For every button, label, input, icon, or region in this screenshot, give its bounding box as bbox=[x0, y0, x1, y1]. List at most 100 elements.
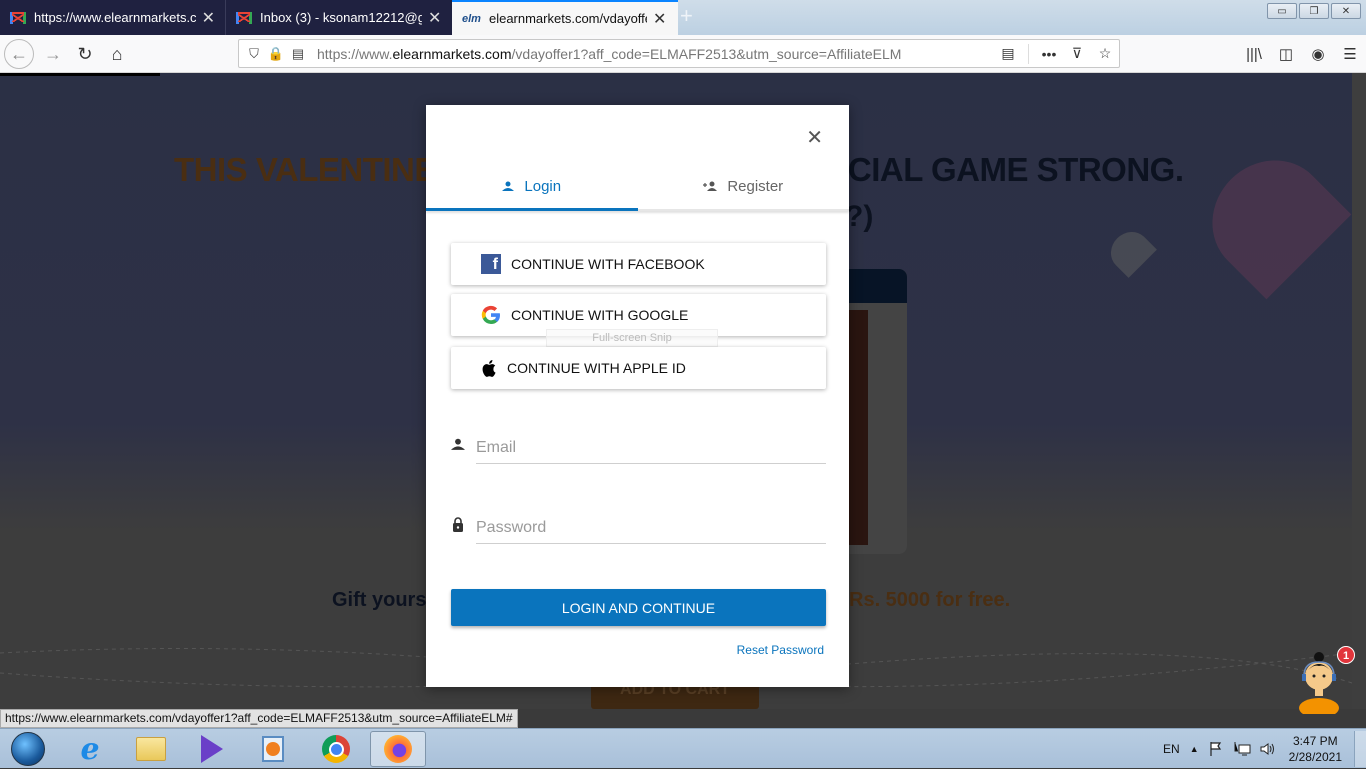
taskbar-firefox[interactable] bbox=[370, 731, 426, 767]
tab-close-icon[interactable]: ✕ bbox=[428, 8, 441, 28]
person-add-icon bbox=[703, 181, 718, 191]
facebook-icon: f bbox=[481, 254, 501, 274]
taskbar-file-explorer[interactable] bbox=[123, 731, 179, 767]
browser-tab-bar: https://www.elearnmarkets.com ✕ Inbox (3… bbox=[0, 0, 1366, 35]
continue-with-apple-button[interactable]: CONTINUE WITH APPLE ID bbox=[451, 347, 826, 389]
chat-support-avatar-icon[interactable] bbox=[1296, 648, 1342, 714]
close-window-button[interactable]: ✕ bbox=[1331, 3, 1361, 19]
start-button[interactable] bbox=[0, 731, 56, 767]
password-field-group bbox=[451, 506, 826, 546]
continue-with-facebook-button[interactable]: f CONTINUE WITH FACEBOOK bbox=[451, 243, 826, 285]
tab-title: elearnmarkets.com/vdayoffer1?aff_code bbox=[488, 11, 647, 26]
clock-time: 3:47 PM bbox=[1292, 734, 1338, 748]
apple-button-label: CONTINUE WITH APPLE ID bbox=[507, 360, 686, 376]
divider bbox=[1028, 43, 1029, 64]
elm-icon: elm bbox=[462, 12, 481, 25]
tab-register[interactable]: Register bbox=[638, 163, 850, 209]
clock[interactable]: 3:47 PM 2/28/2021 bbox=[1289, 733, 1342, 765]
login-and-continue-button[interactable]: LOGIN AND CONTINUE bbox=[451, 589, 826, 626]
chat-notification-badge: 1 bbox=[1337, 646, 1355, 664]
reload-button[interactable]: ↻ bbox=[70, 39, 100, 69]
gift-offer-text: Rs. 5000 for free. bbox=[849, 589, 1011, 611]
language-indicator[interactable]: EN bbox=[1163, 742, 1180, 756]
network-icon[interactable] bbox=[1233, 741, 1251, 757]
visual-studio-icon bbox=[201, 735, 223, 763]
person-icon bbox=[451, 438, 465, 450]
url-text[interactable]: https://www.elearnmarkets.com/vdayoffer1… bbox=[317, 46, 901, 62]
firefox-icon bbox=[384, 735, 412, 763]
facebook-button-label: CONTINUE WITH FACEBOOK bbox=[511, 256, 705, 272]
back-button[interactable]: ← bbox=[4, 39, 34, 69]
browser-tab-elearnmarkets[interactable]: https://www.elearnmarkets.com ✕ bbox=[0, 0, 226, 35]
show-hidden-icons-button[interactable]: ▲ bbox=[1190, 744, 1199, 754]
heart-decoration bbox=[1103, 224, 1157, 278]
tracking-shield-icon[interactable]: ⛉ bbox=[243, 46, 265, 62]
person-icon bbox=[502, 181, 515, 191]
heart-decoration bbox=[1188, 136, 1352, 300]
account-icon[interactable]: ◉ bbox=[1302, 45, 1334, 63]
tab-close-icon[interactable]: ✕ bbox=[202, 8, 215, 28]
clock-date: 2/28/2021 bbox=[1288, 750, 1342, 764]
bookmark-star-icon[interactable]: ☆ bbox=[1091, 45, 1119, 62]
taskbar-media-player[interactable] bbox=[245, 731, 301, 767]
address-bar-actions: ▤ ••• ⊽ ☆ bbox=[994, 40, 1119, 67]
windows-taskbar: e EN ▲ 3:47 PM 2/28/2021 bbox=[0, 728, 1366, 768]
reset-password-link[interactable]: Reset Password bbox=[737, 643, 824, 657]
status-bar-url: https://www.elearnmarkets.com/vdayoffer1… bbox=[0, 709, 518, 728]
restore-button[interactable]: ❐ bbox=[1299, 3, 1329, 19]
minimize-button[interactable]: ▭ bbox=[1267, 3, 1297, 19]
internet-explorer-icon: e bbox=[80, 731, 100, 767]
browser-tab-vdayoffer-active[interactable]: elm elearnmarkets.com/vdayoffer1?aff_cod… bbox=[452, 0, 678, 35]
email-input[interactable] bbox=[476, 426, 826, 464]
email-field-group bbox=[451, 426, 826, 466]
windows-logo-icon bbox=[11, 732, 45, 766]
auth-tabs: Login Register bbox=[426, 163, 849, 211]
pocket-icon[interactable]: ⊽ bbox=[1063, 45, 1091, 62]
volume-icon[interactable] bbox=[1259, 741, 1275, 757]
sidebar-icon[interactable]: ◫ bbox=[1270, 45, 1302, 63]
taskbar-chrome[interactable] bbox=[308, 731, 364, 767]
home-button[interactable]: ⌂ bbox=[102, 39, 132, 69]
login-modal: ✕ Login Register f CONTINUE WITH FACEBOO… bbox=[426, 105, 849, 687]
forward-button[interactable]: → bbox=[38, 39, 68, 69]
url-prefix: https://www. bbox=[317, 45, 393, 62]
tab-title: Inbox (3) - ksonam12212@gmail.com bbox=[260, 10, 422, 25]
lock-icon bbox=[453, 517, 463, 532]
tab-login-label: Login bbox=[524, 177, 562, 195]
gmail-icon bbox=[10, 11, 26, 24]
page-subheadline: ?) bbox=[845, 200, 874, 233]
folder-icon bbox=[136, 737, 166, 761]
tab-register-label: Register bbox=[727, 177, 784, 195]
tab-close-icon[interactable]: ✕ bbox=[653, 9, 666, 29]
taskbar-internet-explorer[interactable]: e bbox=[62, 731, 118, 767]
menu-icon[interactable]: ☰ bbox=[1334, 45, 1366, 63]
url-host: elearnmarkets.com bbox=[392, 45, 512, 62]
browser-navigation-bar: ← → ↻ ⌂ ⛉ 🔒 ▤ https://www.elearnmarkets.… bbox=[0, 35, 1366, 73]
system-tray: EN ▲ 3:47 PM 2/28/2021 bbox=[1163, 729, 1366, 769]
url-path: /vdayoffer1?aff_code=ELMAFF2513&utm_sour… bbox=[511, 45, 902, 62]
permissions-icon[interactable]: ▤ bbox=[287, 46, 309, 62]
gift-text: Gift yours bbox=[332, 589, 427, 611]
toolbar-right: |||\ ◫ ◉ ☰ bbox=[1238, 35, 1366, 73]
media-player-icon bbox=[262, 736, 284, 762]
reader-view-icon[interactable]: ▤ bbox=[994, 45, 1022, 62]
tab-login[interactable]: Login bbox=[426, 163, 638, 211]
page-header-strip bbox=[0, 73, 160, 76]
headline-accent: THIS VALENTINE bbox=[174, 151, 436, 188]
show-desktop-button[interactable] bbox=[1354, 731, 1366, 767]
close-icon[interactable]: ✕ bbox=[806, 128, 823, 148]
google-button-label: CONTINUE WITH GOOGLE bbox=[511, 307, 689, 323]
address-bar[interactable]: ⛉ 🔒 ▤ https://www.elearnmarkets.com/vday… bbox=[238, 39, 1120, 68]
taskbar-visual-studio[interactable] bbox=[184, 731, 240, 767]
action-center-flag-icon[interactable] bbox=[1209, 741, 1225, 757]
page-actions-icon[interactable]: ••• bbox=[1035, 46, 1063, 62]
browser-tab-inbox[interactable]: Inbox (3) - ksonam12212@gmail.com ✕ bbox=[226, 0, 452, 35]
password-input[interactable] bbox=[476, 506, 826, 544]
lock-icon[interactable]: 🔒 bbox=[265, 46, 287, 62]
page-scrollbar[interactable] bbox=[1352, 73, 1366, 709]
window-controls: ▭ ❐ ✕ bbox=[1267, 3, 1361, 19]
tab-title: https://www.elearnmarkets.com bbox=[34, 10, 196, 25]
new-tab-button[interactable]: + bbox=[680, 3, 693, 29]
library-icon[interactable]: |||\ bbox=[1238, 46, 1270, 63]
google-icon bbox=[481, 305, 501, 325]
